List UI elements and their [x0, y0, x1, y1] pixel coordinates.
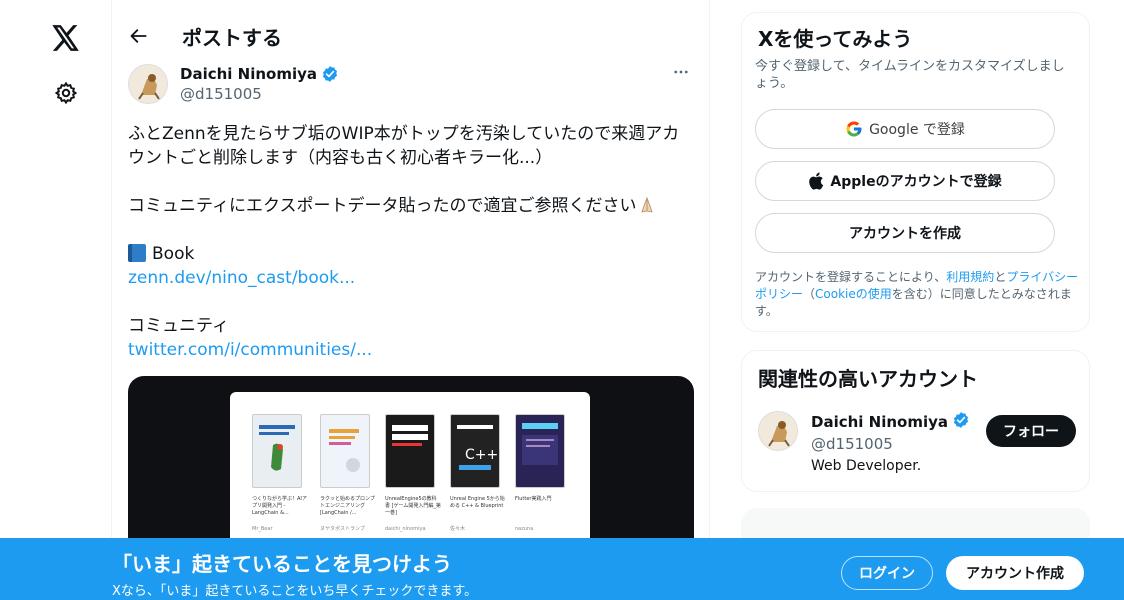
post-text-line-2: コミュニティにエクスポートデータ貼ったので適宜ご参照ください	[128, 196, 637, 216]
left-nav	[0, 0, 112, 600]
book-caption-4: Unreal Engine 5から始める C++ & Blueprint	[450, 496, 505, 509]
google-signup-label: Google で登録	[869, 122, 965, 138]
x-logo-icon[interactable]	[46, 18, 86, 58]
create-account-button[interactable]: アカウントを作成	[755, 213, 1055, 253]
more-options-icon[interactable]	[669, 60, 693, 84]
book-caption-1: つくりながら学ぶ！AIアプリ開発入門 - LangChain &...	[252, 496, 307, 516]
banner-subtitle: Xなら、「いま」起きていることをいち早くチェックできます。	[112, 584, 478, 599]
related-accounts-title: 関連性の高いアカウント	[758, 367, 978, 391]
book-author-2: ヌヤタポストランプ	[320, 526, 365, 532]
book-caption-2: ラクッと始めるプロンプトエンジニアリング [LangChain /...	[320, 496, 375, 516]
book-label: Book	[152, 244, 195, 264]
page-title: ポストする	[182, 25, 282, 50]
apple-signup-button[interactable]: Appleのアカウントで登録	[755, 161, 1055, 201]
gear-icon[interactable]	[46, 73, 86, 113]
author-handle: @d151005	[180, 85, 262, 103]
svg-text:C++: C++	[465, 447, 498, 463]
legal-and: と	[994, 270, 1007, 284]
page-header: ポストする	[112, 0, 709, 72]
community-label: コミュニティ	[128, 316, 229, 336]
book-cover-5	[515, 414, 565, 488]
legal-text: アカウントを登録することにより、利用規約とプライバシーポリシー（Cookieの使…	[755, 269, 1085, 320]
legal-prefix: アカウントを登録することにより、	[755, 270, 947, 284]
book-cover-2	[320, 414, 370, 488]
book-author-5: nazuna	[515, 526, 534, 532]
related-account-handle: @d151005	[811, 435, 893, 453]
login-button[interactable]: ログイン	[841, 556, 933, 590]
banner-title: 「いま」起きていることを見つけよう	[112, 552, 452, 576]
avatar[interactable]	[758, 411, 798, 451]
related-account-row[interactable]: Daichi Ninomiya @d151005 Web Developer. …	[758, 409, 1076, 474]
terms-link[interactable]: 利用規約	[946, 270, 994, 284]
book-icon	[128, 244, 146, 262]
cookie-link[interactable]: Cookieの使用	[815, 287, 892, 301]
main-column: ポストする Daichi Ninomiya @d151005 ふとZennを見た…	[112, 0, 710, 600]
book-cover-1	[252, 414, 302, 488]
legal-paren: （	[803, 287, 816, 301]
book-link[interactable]: zenn.dev/nino_cast/book...	[128, 268, 355, 288]
post-text-paragraph-2: コミュニティにエクスポートデータ貼ったので適宜ご参照ください	[128, 194, 694, 218]
book-author-4: 佐々木	[450, 526, 466, 532]
post-author-row: Daichi Ninomiya @d151005	[128, 64, 693, 112]
book-cover-4: C++	[450, 414, 500, 488]
post-author-meta: Daichi Ninomiya @d151005	[180, 65, 339, 103]
follow-button[interactable]: フォロー	[986, 415, 1076, 447]
post-text-paragraph-1: ふとZennを見たらサブ垢のWIP本がトップを汚染していたので来週アカウントごと…	[128, 124, 680, 168]
related-account-bio: Web Developer.	[811, 458, 922, 474]
book-author-1: Mr_Bear	[252, 526, 273, 532]
google-icon	[845, 120, 863, 138]
signup-button[interactable]: アカウント作成	[946, 556, 1084, 590]
book-cover-3	[385, 414, 435, 488]
verified-badge-icon	[321, 65, 339, 83]
signup-card: Xを使ってみよう 今すぐ登録して、タイムラインをカスタマイズしましょう。 Goo…	[741, 12, 1090, 332]
post-text: ふとZennを見たらサブ垢のWIP本がトップを汚染していたので来週アカウントごと…	[128, 122, 694, 362]
book-caption-3: UnrealEngine5の教科書 [ゲーム開発入門編_第一巻]	[385, 496, 441, 516]
avatar[interactable]	[128, 64, 168, 104]
signup-card-subtitle: 今すぐ登録して、タイムラインをカスタマイズしましょう。	[755, 59, 1065, 91]
google-signup-button[interactable]: Google で登録	[755, 109, 1055, 149]
praying-hands-icon	[638, 196, 656, 214]
arrow-left-icon[interactable]	[128, 25, 150, 47]
related-account-name[interactable]: Daichi Ninomiya	[811, 413, 948, 431]
create-account-label: アカウントを作成	[849, 226, 961, 242]
signup-banner: 「いま」起きていることを見つけよう Xなら、「いま」起きていることをいち早くチェ…	[0, 538, 1124, 600]
book-caption-5: Flutter実践入門	[515, 496, 552, 502]
post: Daichi Ninomiya @d151005 ふとZennを見たらサブ垢のW…	[112, 64, 709, 576]
signup-card-title: Xを使ってみよう	[758, 27, 913, 51]
verified-badge-icon	[952, 411, 970, 433]
author-name[interactable]: Daichi Ninomiya	[180, 65, 317, 83]
related-accounts-card: 関連性の高いアカウント Daichi Ninomiya @d151005 Web…	[741, 350, 1090, 492]
book-row: Book	[128, 242, 694, 266]
book-author-3: daichi_ninomiya	[385, 526, 426, 532]
apple-signup-label: Appleのアカウントで登録	[830, 174, 1002, 190]
community-link[interactable]: twitter.com/i/communities/...	[128, 340, 372, 360]
apple-icon	[808, 172, 824, 190]
related-account-meta: Daichi Ninomiya @d151005 Web Developer.	[811, 411, 970, 474]
